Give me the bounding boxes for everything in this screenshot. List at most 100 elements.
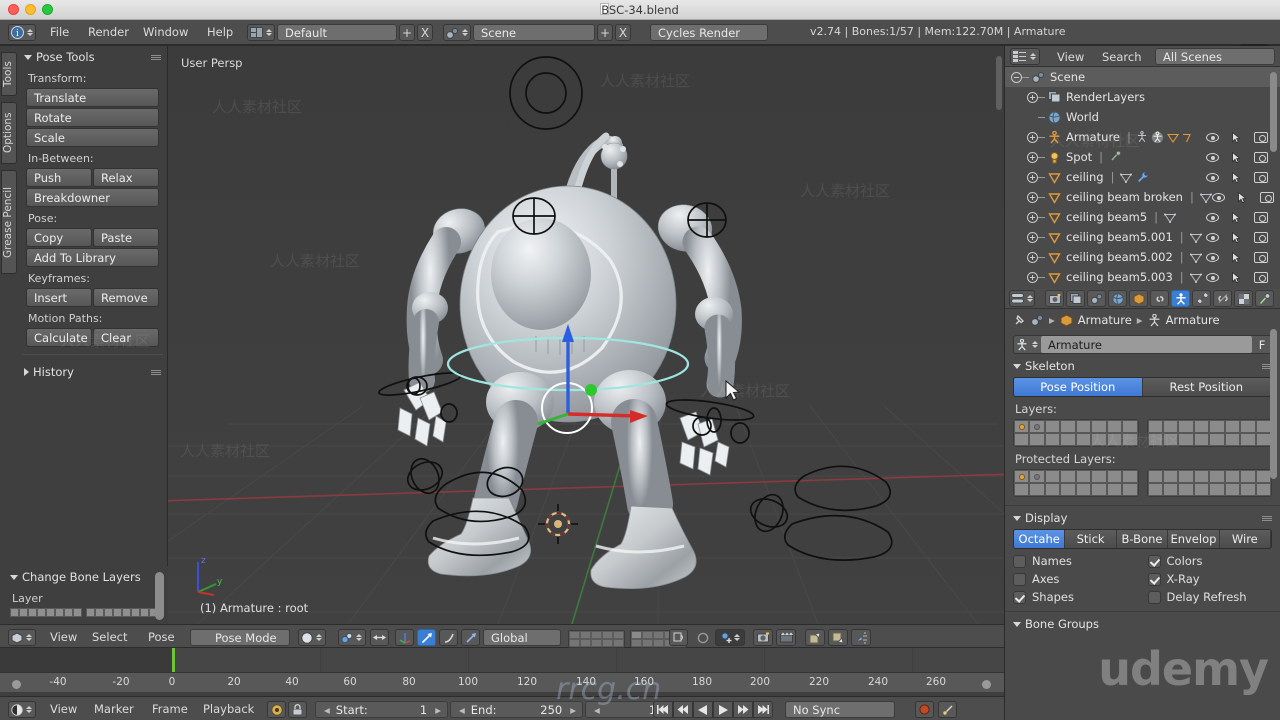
- sync-mode-select[interactable]: No Sync: [785, 701, 895, 718]
- restrict-render-icon[interactable]: [1254, 271, 1268, 283]
- interaction-mode-select[interactable]: Pose Mode: [190, 629, 290, 646]
- lock-keyframe-button[interactable]: [288, 701, 307, 718]
- mesh-data-icons[interactable]: [1164, 212, 1177, 223]
- checkbox-box[interactable]: [1147, 572, 1161, 586]
- change-bone-layers-header[interactable]: Change Bone Layers: [0, 566, 168, 588]
- timeline-track[interactable]: [0, 648, 1004, 672]
- menu-window[interactable]: Window: [143, 25, 188, 39]
- expand-toggle-icon[interactable]: [1027, 271, 1038, 283]
- playback-controls[interactable]: [653, 701, 773, 718]
- insert-keyframe-button[interactable]: Insert: [26, 288, 92, 307]
- editor-type-selector[interactable]: [8, 629, 36, 646]
- paste-mirrored-button[interactable]: [851, 629, 871, 646]
- expand-toggle-icon[interactable]: [1027, 131, 1038, 143]
- bone-layer-group-left[interactable]: [10, 608, 82, 617]
- rest-position-button[interactable]: Rest Position: [1142, 378, 1271, 396]
- outliner-row-renderlayers[interactable]: RenderLayers: [1005, 87, 1280, 107]
- jump-to-prev-keyframe-button[interactable]: [673, 701, 693, 718]
- armature-data-icon[interactable]: [1151, 131, 1164, 144]
- properties-scrollbar[interactable]: [1270, 329, 1277, 479]
- add-to-library-button[interactable]: Add To Library: [26, 248, 159, 267]
- tab-particles[interactable]: [1255, 290, 1274, 307]
- manipulator-axis-button[interactable]: [461, 629, 480, 646]
- checkbox-box[interactable]: [1147, 554, 1161, 568]
- display-type-octahedral[interactable]: Octahe: [1014, 530, 1066, 548]
- breadcrumb-object[interactable]: Armature: [1078, 313, 1132, 327]
- restrict-select-icon[interactable]: [1232, 151, 1241, 163]
- armature-datablock-field[interactable]: Armature F: [1013, 335, 1272, 354]
- restrict-select-icon[interactable]: [1232, 251, 1241, 263]
- tab-grease-pencil[interactable]: Grease Pencil: [1, 170, 17, 274]
- restrict-toggles[interactable]: [1206, 171, 1280, 183]
- checkbox-box[interactable]: [1013, 590, 1026, 604]
- tab-options[interactable]: Options: [1, 102, 17, 164]
- display-options-grid[interactable]: Names Colors Axes X-Ray Shapes Delay Ref…: [1013, 549, 1272, 604]
- restrict-toggles[interactable]: [1206, 151, 1280, 163]
- proportional-edit-icon[interactable]: [693, 629, 712, 646]
- restrict-render-icon[interactable]: [1254, 251, 1268, 263]
- display-type-stick[interactable]: Stick: [1065, 530, 1117, 548]
- restrict-select-icon[interactable]: [1238, 191, 1247, 203]
- tab-armature[interactable]: [1171, 290, 1190, 307]
- bone-groups-header[interactable]: Bone Groups: [1013, 617, 1272, 635]
- delete-scene-button[interactable]: X: [615, 24, 631, 41]
- viewport-scrollbar[interactable]: [996, 56, 1002, 110]
- jump-to-end-button[interactable]: [753, 701, 773, 718]
- display-header[interactable]: Display: [1013, 511, 1272, 529]
- checkbox-colors[interactable]: Colors: [1147, 554, 1273, 568]
- copy-pose-header-button[interactable]: [805, 629, 825, 646]
- copy-pose-button[interactable]: Copy: [26, 228, 92, 247]
- outliner-tree[interactable]: Scene RenderLayers World Armature | Spot | ceil…: [1005, 67, 1280, 287]
- outliner-scrollbar[interactable]: [1270, 72, 1277, 152]
- restrict-render-icon[interactable]: [1254, 211, 1268, 223]
- transform-orientation-select[interactable]: Global: [483, 629, 561, 646]
- outliner-row-armature[interactable]: Armature |: [1005, 127, 1280, 147]
- restrict-toggles[interactable]: [1206, 251, 1280, 263]
- bone-layer-grid[interactable]: [0, 608, 168, 617]
- armature-sub-icons[interactable]: [1136, 131, 1191, 144]
- jump-to-next-keyframe-button[interactable]: [733, 701, 753, 718]
- outliner-row-ceiling-beam5-003[interactable]: ceiling beam5.003 |: [1005, 267, 1280, 287]
- paste-pose-button[interactable]: Paste: [93, 228, 159, 247]
- tab-render[interactable]: [1045, 290, 1064, 307]
- restrict-render-icon[interactable]: [1259, 191, 1274, 203]
- checkbox-xray[interactable]: X-Ray: [1147, 572, 1273, 586]
- protected-layers-left[interactable]: [1013, 469, 1139, 497]
- manipulator-toggle-button[interactable]: [370, 629, 389, 646]
- viewport-menu-pose[interactable]: Pose: [148, 630, 175, 644]
- breakdowner-button[interactable]: Breakdowner: [26, 188, 159, 207]
- viewport-menu-view[interactable]: View: [50, 630, 77, 644]
- outliner-editor-selector[interactable]: [1010, 48, 1040, 65]
- display-type-envelope[interactable]: Envelop: [1168, 530, 1220, 548]
- translate-manipulator-button[interactable]: [395, 629, 414, 646]
- restrict-select-icon[interactable]: [1232, 231, 1241, 243]
- snap-magnet-button[interactable]: [715, 629, 745, 646]
- outliner-row-ceiling-beam5[interactable]: ceiling beam5 |: [1005, 207, 1280, 227]
- scene-icon-button[interactable]: [443, 24, 471, 41]
- armature-layers-widget[interactable]: [1013, 419, 1272, 447]
- outliner-display-mode-select[interactable]: All Scenes: [1155, 48, 1275, 65]
- outliner-editor[interactable]: View Search All Scenes Scene RenderLayers…: [1004, 46, 1280, 289]
- outliner-row-ceiling-beam5-002[interactable]: ceiling beam5.002 |: [1005, 247, 1280, 267]
- expand-toggle-icon[interactable]: [1027, 191, 1038, 203]
- rotate-button[interactable]: Rotate: [26, 108, 159, 127]
- timeline-scroll-left-handle[interactable]: [12, 680, 21, 689]
- relax-button[interactable]: Relax: [93, 168, 159, 187]
- properties-editor-selector[interactable]: [1009, 290, 1035, 307]
- pivot-point-select[interactable]: [338, 629, 366, 646]
- display-type-wire[interactable]: Wire: [1219, 530, 1271, 548]
- outliner-row-ceiling-beam5-001[interactable]: ceiling beam5.001 |: [1005, 227, 1280, 247]
- restrict-render-icon[interactable]: [1254, 131, 1268, 143]
- checkbox-box[interactable]: [1013, 572, 1026, 586]
- menu-help[interactable]: Help: [207, 25, 233, 39]
- rotate-manipulator-button[interactable]: [417, 629, 436, 646]
- lock-to-scene-button[interactable]: [669, 629, 688, 646]
- pose-icon[interactable]: [1136, 131, 1148, 143]
- pose-tools-header[interactable]: Pose Tools: [18, 46, 167, 68]
- checkbox-axes[interactable]: Axes: [1013, 572, 1138, 586]
- add-screen-button[interactable]: +: [399, 24, 415, 41]
- paste-pose-header-button[interactable]: [828, 629, 848, 646]
- restrict-select-icon[interactable]: [1232, 211, 1241, 223]
- restrict-toggles[interactable]: [1206, 231, 1280, 243]
- outliner-menu-search[interactable]: Search: [1102, 50, 1142, 64]
